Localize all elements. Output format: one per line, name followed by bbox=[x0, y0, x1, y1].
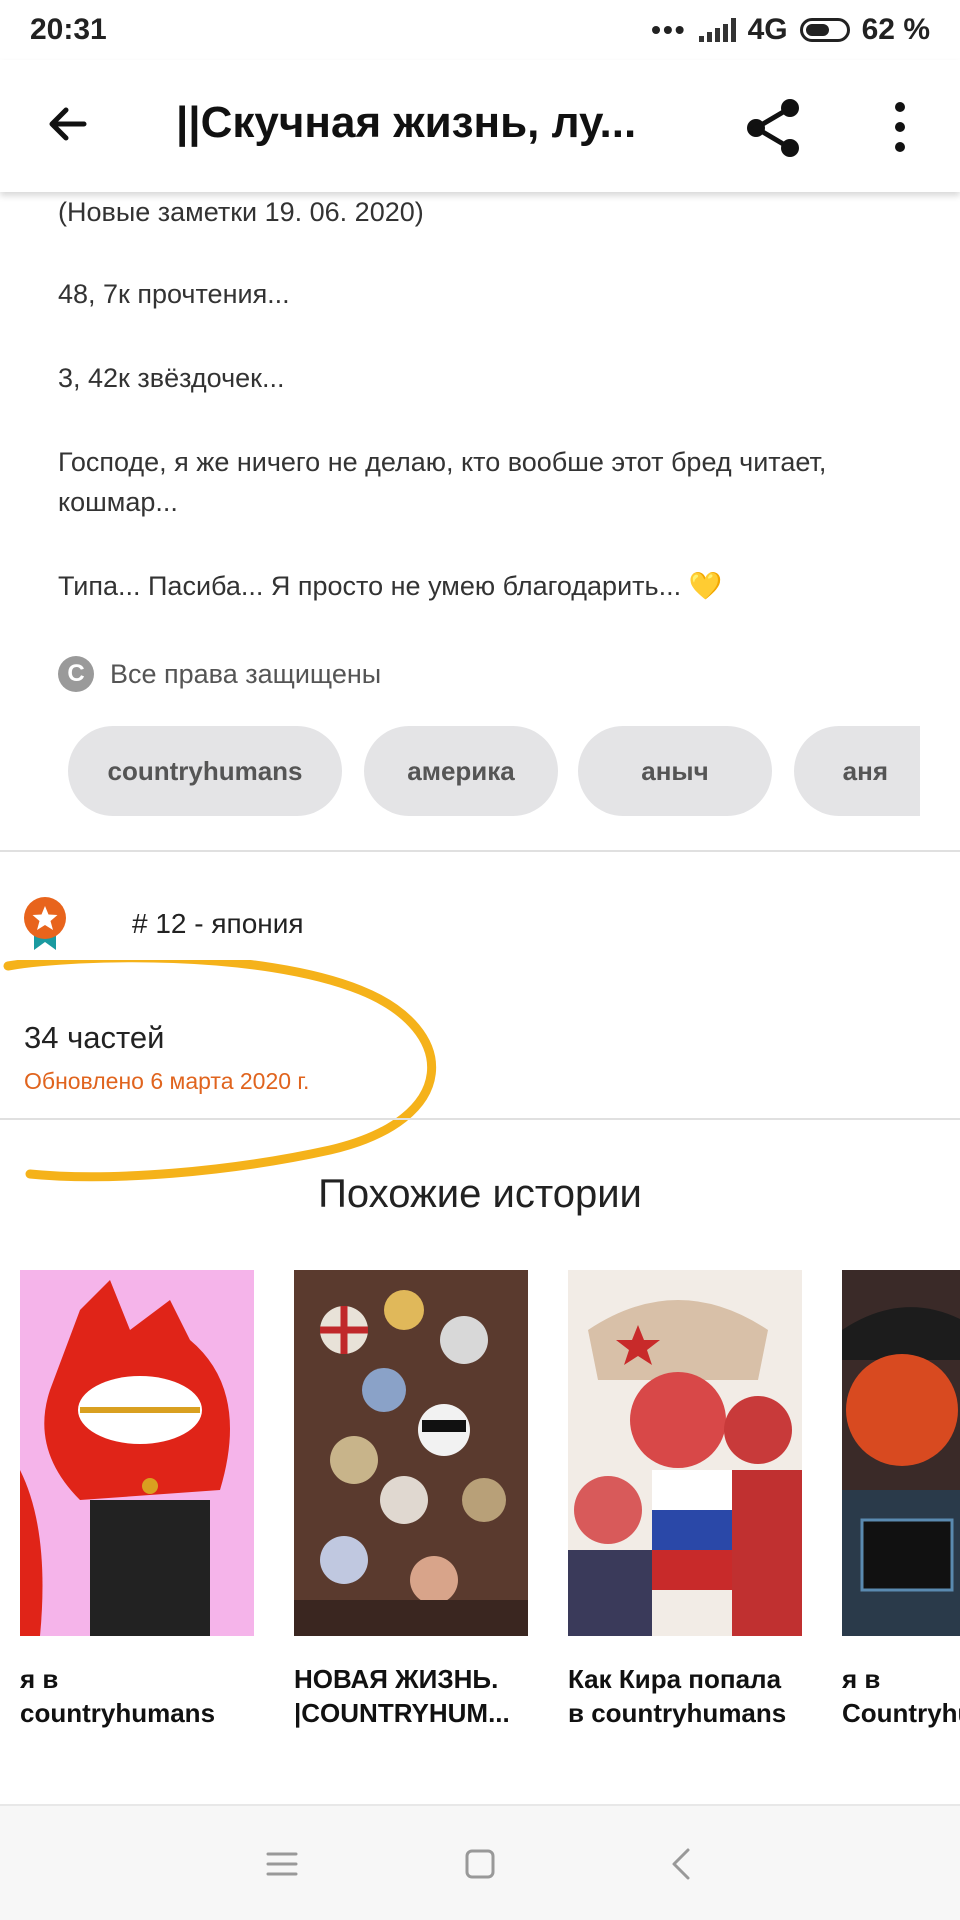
updated-date: Обновлено 6 марта 2020 г. bbox=[24, 1068, 310, 1094]
story-cover-image[interactable] bbox=[20, 1270, 254, 1636]
story-card-title: я в countryhumans bbox=[20, 1664, 216, 1728]
back-arrow-icon[interactable] bbox=[44, 100, 92, 148]
app-bar: ||Скучная жизнь, лу... bbox=[0, 60, 960, 192]
notification-dots-icon: ••• bbox=[651, 14, 687, 45]
ranking-row[interactable]: # 12 - япония bbox=[22, 896, 304, 952]
tag-chip[interactable]: аня bbox=[794, 726, 920, 816]
ranking-badge-icon bbox=[24, 897, 66, 950]
story-card-title: Как Кира попала в countryhumans bbox=[568, 1664, 787, 1728]
tag-chip[interactable]: аныч bbox=[578, 726, 772, 816]
parts-count: 34 частей bbox=[24, 1020, 165, 1055]
divider bbox=[0, 1118, 960, 1120]
status-icons: ••• 4G 62 % bbox=[651, 13, 930, 47]
story-card[interactable]: я в countryhumans bbox=[20, 1270, 254, 1730]
status-time: 20:31 bbox=[30, 13, 107, 46]
share-icon[interactable] bbox=[742, 96, 806, 160]
story-card[interactable]: я в Countryhumans... bbox=[842, 1270, 960, 1730]
status-bar: 20:31 ••• 4G 62 % bbox=[0, 0, 960, 60]
story-card[interactable]: Как Кира попала в countryhumans bbox=[568, 1270, 802, 1730]
description-line: 3, 42к звёздочек... bbox=[58, 363, 285, 393]
description-line: Господе, я же ничего не делаю, кто вообш… bbox=[58, 447, 827, 517]
similar-stories-carousel[interactable]: я в countryhumans НОВАЯ ЖИЗНЬ. |COUNTRYH… bbox=[0, 1270, 960, 1750]
back-icon[interactable] bbox=[662, 1844, 702, 1884]
story-card-title: я в Countryhumans... bbox=[842, 1664, 960, 1728]
menu-icon[interactable] bbox=[262, 1844, 302, 1884]
story-card[interactable]: НОВАЯ ЖИЗНЬ. |COUNTRYHUM... bbox=[294, 1270, 528, 1730]
story-cover-image[interactable] bbox=[568, 1270, 802, 1636]
description-line: 48, 7к прочтения... bbox=[58, 279, 290, 309]
battery-icon bbox=[799, 18, 850, 42]
story-title: ||Скучная жизнь, лу... bbox=[176, 98, 637, 147]
network-type: 4G bbox=[747, 13, 788, 46]
tag-chip[interactable]: countryhumans bbox=[68, 726, 342, 816]
copyright-icon: C bbox=[58, 656, 94, 692]
description-line: Типа... Пасиба... Я просто не умею благо… bbox=[58, 571, 723, 601]
copyright-row: C Все права защищены bbox=[58, 656, 381, 692]
signal-icon bbox=[698, 18, 736, 42]
home-icon[interactable] bbox=[460, 1844, 500, 1884]
more-options-icon[interactable] bbox=[888, 100, 912, 154]
story-cover-image[interactable] bbox=[294, 1270, 528, 1636]
copyright-text: Все права защищены bbox=[110, 658, 382, 689]
battery-percent: 62 % bbox=[861, 13, 930, 46]
tag-chip[interactable]: америка bbox=[364, 726, 558, 816]
story-cover-image[interactable] bbox=[842, 1270, 960, 1636]
story-card-title: НОВАЯ ЖИЗНЬ. |COUNTRYHUM... bbox=[294, 1664, 510, 1728]
divider bbox=[0, 850, 960, 852]
tags-row: countryhumans америка аныч аня bbox=[68, 726, 920, 816]
ranking-text: # 12 - япония bbox=[132, 908, 304, 939]
system-navigation-bar bbox=[0, 1804, 960, 1920]
description-line: (Новые заметки 19. 06. 2020) bbox=[58, 197, 424, 227]
similar-stories-heading: Похожие истории bbox=[318, 1172, 642, 1216]
parts-info[interactable]: 34 частей Обновлено 6 марта 2020 г. bbox=[24, 1020, 309, 1095]
